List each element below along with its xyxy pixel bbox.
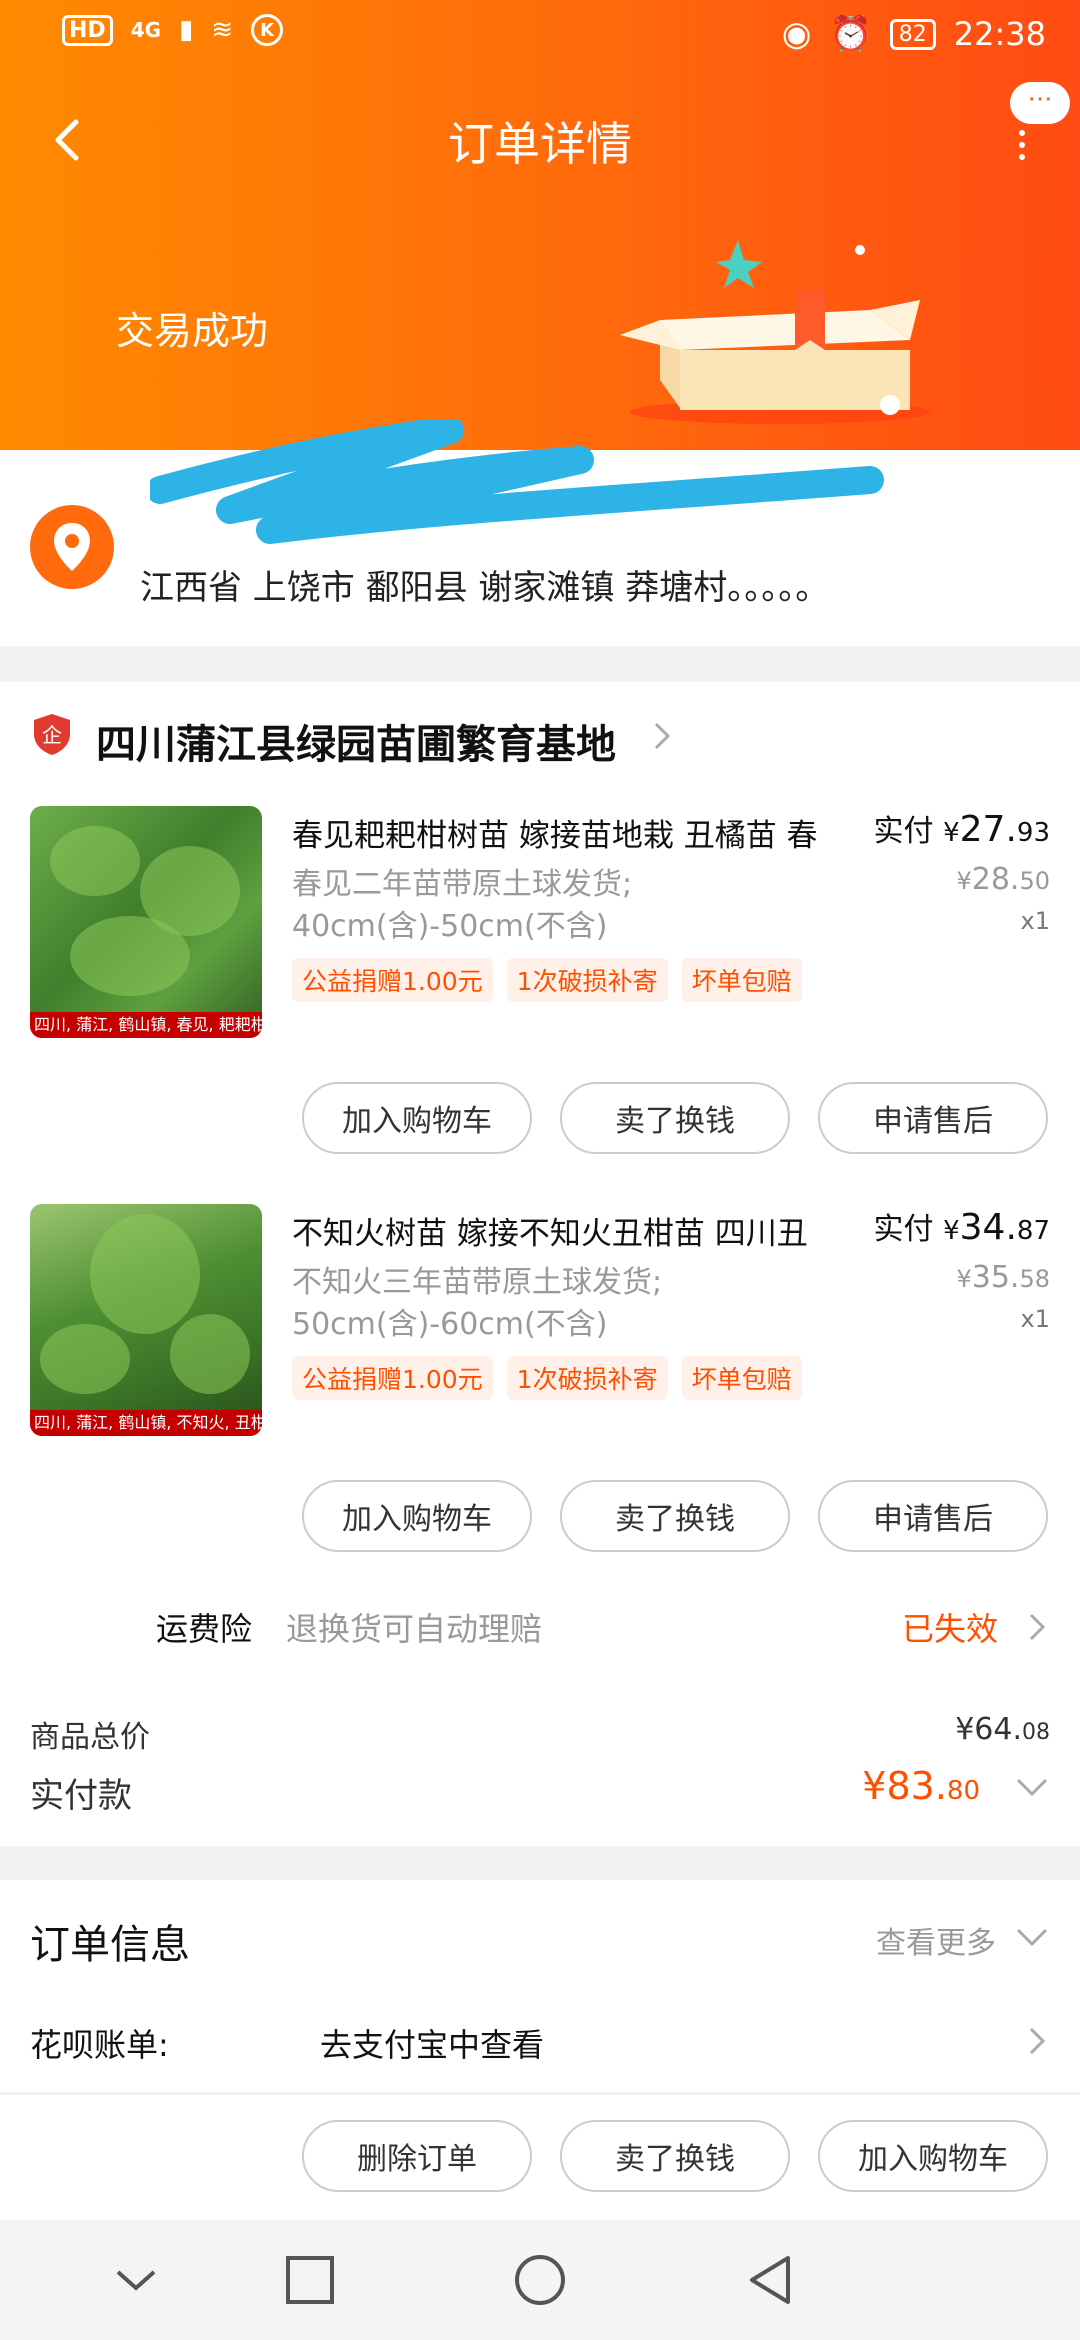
product-sku: 春见二年苗带原土球发货; 40cm(含)-50cm(不含) bbox=[292, 867, 633, 944]
order-status-text: 交易成功 bbox=[116, 309, 269, 353]
original-price: ¥28.50 bbox=[956, 862, 1050, 897]
shipping-insurance-status[interactable]: 已失效 bbox=[902, 1604, 998, 1650]
home-icon[interactable] bbox=[512, 2252, 568, 2308]
enterprise-shop-icon: 企 bbox=[34, 714, 70, 755]
resell-button[interactable]: 卖了换钱 bbox=[560, 2120, 790, 2192]
tag-donation: 公益捐赠1.00元 bbox=[292, 958, 493, 1002]
after-sales-button[interactable]: 申请售后 bbox=[818, 1082, 1048, 1154]
price-column: 实付 ¥27.93 ¥28.50 x1 bbox=[874, 806, 1050, 935]
add-to-cart-button[interactable]: 加入购物车 bbox=[302, 1082, 532, 1154]
back-icon[interactable] bbox=[742, 2252, 798, 2308]
product-image-caption: 四川, 蒲江, 鹤山镇, 不知火, 丑柑, 直销 bbox=[30, 1410, 262, 1436]
order-info-title: 订单信息 bbox=[30, 1922, 190, 1968]
product-title[interactable]: 春见耙耙柑树苗 嫁接苗地栽 丑橘苗 春 bbox=[292, 810, 852, 855]
wifi-icon: ≋ bbox=[211, 15, 234, 45]
svg-text:企: 企 bbox=[42, 723, 62, 747]
location-pin-icon bbox=[30, 505, 114, 589]
vertical-dots-icon[interactable] bbox=[1016, 130, 1028, 160]
amount-paid-value: ¥83.80 bbox=[862, 1764, 980, 1808]
price-column: 实付 ¥34.87 ¥35.58 x1 bbox=[874, 1204, 1050, 1333]
redaction-scribble bbox=[150, 420, 884, 544]
service-tags: 公益捐赠1.00元 1次破损补寄 坏单包赔 bbox=[292, 1356, 802, 1400]
order-item: 四川, 蒲江, 鹤山镇, 春见, 耙耙柑, 直销 春见耙耙柑树苗 嫁接苗地栽 丑… bbox=[0, 806, 1080, 1166]
tag-compensation: 坏单包赔 bbox=[681, 958, 802, 1002]
amount-paid-label: 实付款 bbox=[30, 1776, 132, 1816]
tag-reship: 1次破损补寄 bbox=[506, 958, 668, 1002]
address-line: 江西省 上饶市 鄱阳县 谢家滩镇 莽塘村。。。。。 bbox=[140, 568, 830, 608]
status-bar: HD 4G ▮ ≋ K ◉ ⏰ 82 22:38 bbox=[0, 0, 1080, 74]
product-image-caption: 四川, 蒲江, 鹤山镇, 春见, 耙耙柑, 直销 bbox=[30, 1012, 262, 1038]
tag-compensation: 坏单包赔 bbox=[681, 1356, 802, 1400]
goods-total-label: 商品总价 bbox=[30, 1720, 150, 1755]
page-title: 订单详情 bbox=[448, 117, 632, 171]
shipping-insurance-label: 运费险 bbox=[156, 1610, 253, 1648]
view-more-link[interactable]: 查看更多 bbox=[876, 1918, 996, 1962]
hd-indicator: HD bbox=[62, 14, 113, 46]
product-sku: 不知火三年苗带原土球发货; 50cm(含)-60cm(不含) bbox=[292, 1265, 663, 1342]
product-title[interactable]: 不知火树苗 嫁接不知火丑柑苗 四川丑 bbox=[292, 1208, 852, 1253]
delete-order-button[interactable]: 删除订单 bbox=[302, 2120, 532, 2192]
battery-indicator: 82 bbox=[889, 18, 936, 50]
shop-name[interactable]: 四川蒲江县绿园苗圃繁育基地 bbox=[96, 712, 616, 770]
more-button[interactable]: ··· bbox=[1010, 82, 1070, 124]
product-image[interactable]: 四川, 蒲江, 鹤山镇, 春见, 耙耙柑, 直销 bbox=[30, 806, 262, 1038]
chevron-right-icon[interactable] bbox=[1026, 1610, 1048, 1644]
tag-reship: 1次破损补寄 bbox=[506, 1356, 668, 1400]
product-image[interactable]: 四川, 蒲江, 鹤山镇, 不知火, 丑柑, 直销 bbox=[30, 1204, 262, 1436]
chevron-down-icon[interactable] bbox=[1014, 1774, 1050, 1800]
signal-icon: ▮ bbox=[179, 15, 194, 45]
after-sales-button[interactable]: 申请售后 bbox=[818, 1480, 1048, 1552]
network-indicator: 4G bbox=[130, 18, 162, 42]
resell-button[interactable]: 卖了换钱 bbox=[560, 1082, 790, 1154]
clock: 22:38 bbox=[953, 15, 1046, 53]
paid-price: 实付 ¥27.93 bbox=[873, 809, 1050, 850]
resell-button[interactable]: 卖了换钱 bbox=[560, 1480, 790, 1552]
chevron-down-icon[interactable] bbox=[108, 2252, 164, 2308]
quantity: x1 bbox=[1020, 1305, 1050, 1333]
gift-box-illustration bbox=[620, 240, 930, 424]
huabei-bill-value[interactable]: 去支付宝中查看 bbox=[320, 2020, 544, 2066]
chevron-right-icon[interactable] bbox=[1026, 2024, 1048, 2058]
add-to-cart-button[interactable]: 加入购物车 bbox=[302, 1480, 532, 1552]
shipping-insurance-desc: 退换货可自动理赔 bbox=[286, 1610, 543, 1648]
goods-total-value: ¥64.08 bbox=[955, 1712, 1050, 1747]
chevron-right-icon[interactable] bbox=[650, 718, 674, 754]
original-price: ¥35.58 bbox=[956, 1260, 1050, 1295]
paid-price: 实付 ¥34.87 bbox=[873, 1207, 1050, 1248]
tag-donation: 公益捐赠1.00元 bbox=[292, 1356, 493, 1400]
eye-icon: ◉ bbox=[781, 14, 812, 54]
order-item: 四川, 蒲江, 鹤山镇, 不知火, 丑柑, 直销 不知火树苗 嫁接不知火丑柑苗 … bbox=[0, 1204, 1080, 1564]
recent-apps-icon[interactable] bbox=[282, 2252, 338, 2308]
chevron-down-icon[interactable] bbox=[1014, 1924, 1050, 1950]
k-icon: K bbox=[251, 14, 284, 46]
service-tags: 公益捐赠1.00元 1次破损补寄 坏单包赔 bbox=[292, 958, 802, 1002]
alarm-icon: ⏰ bbox=[829, 14, 872, 54]
quantity: x1 bbox=[1020, 907, 1050, 935]
add-to-cart-button[interactable]: 加入购物车 bbox=[818, 2120, 1048, 2192]
huabei-bill-label: 花呗账单: bbox=[30, 2026, 169, 2064]
